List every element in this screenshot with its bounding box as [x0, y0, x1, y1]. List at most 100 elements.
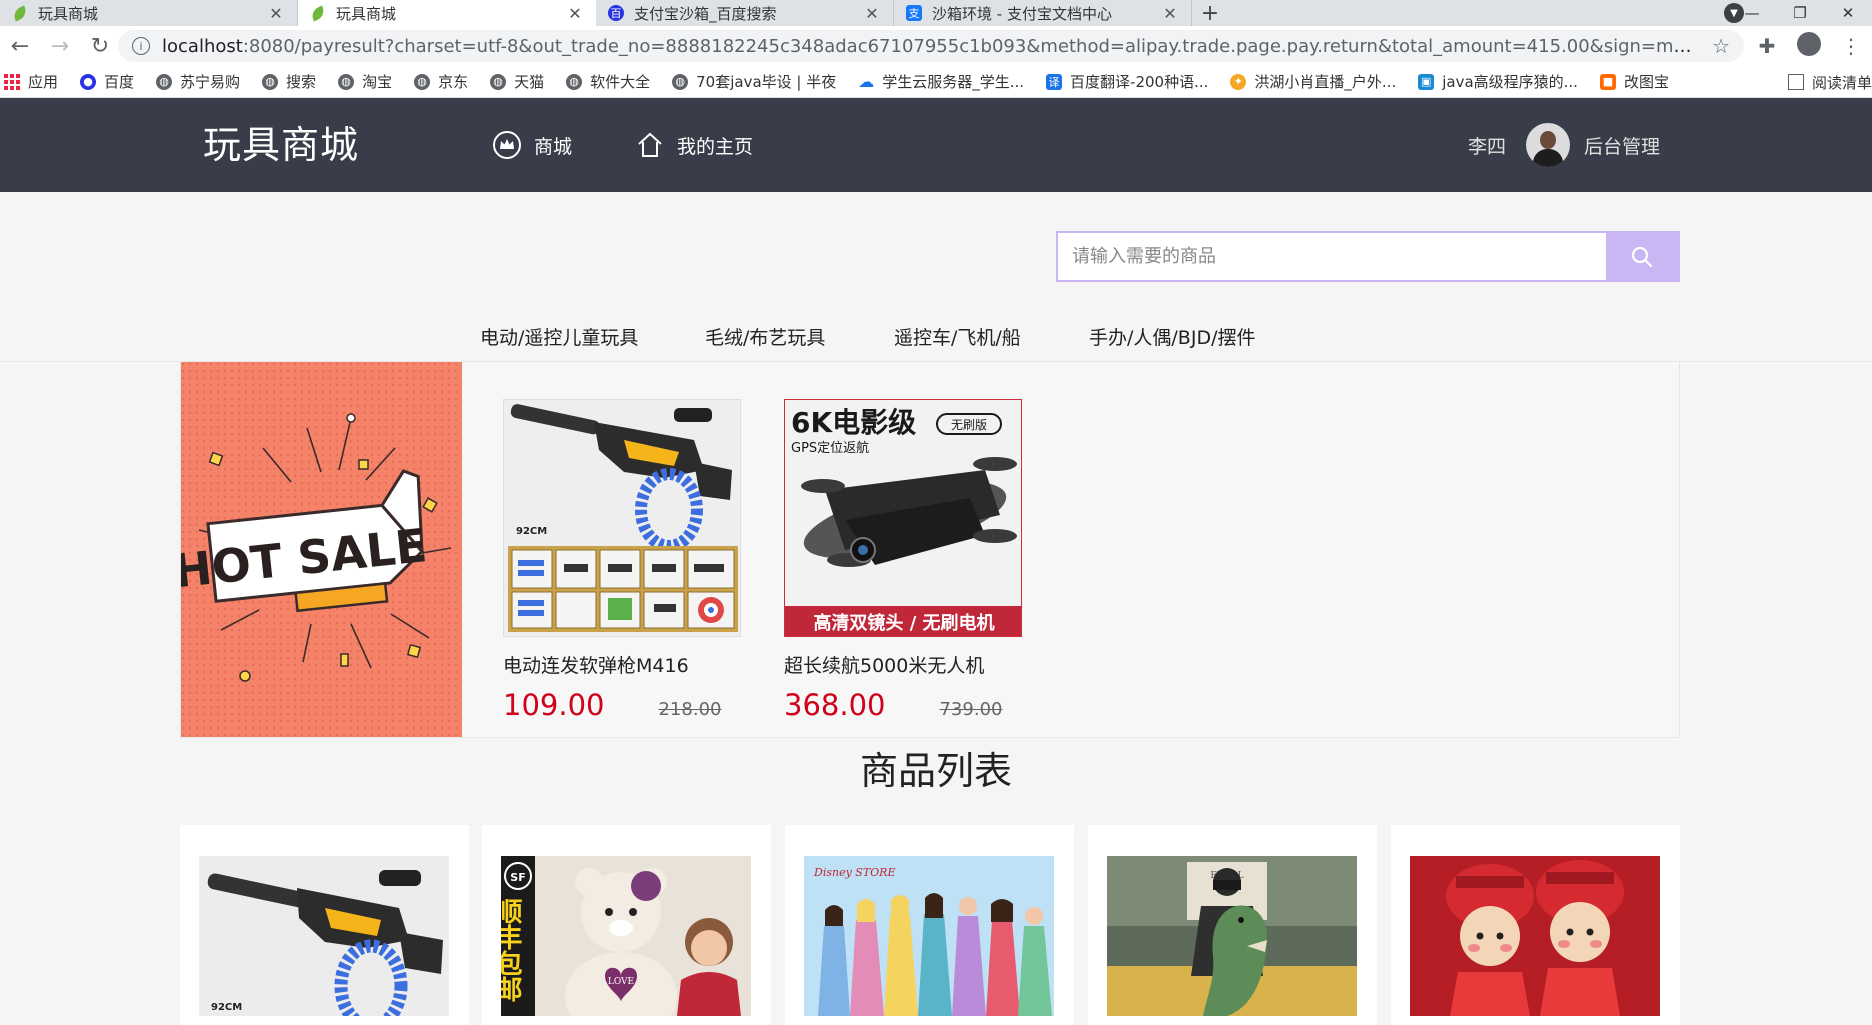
address-bar[interactable]: i localhost:8080/payresult?charset=utf-8…: [118, 30, 1744, 62]
category-rc-vehicles[interactable]: 遥控车/飞机/船: [894, 320, 1021, 362]
menu-icon[interactable]: ⋮: [1830, 34, 1872, 58]
product-card[interactable]: 92CM: [180, 825, 469, 1025]
category-figures[interactable]: 手办/人偶/BJD/摆件: [1089, 320, 1255, 362]
back-icon[interactable]: ←: [0, 26, 40, 66]
leaf-icon: [309, 5, 327, 21]
baidu-icon: 百: [608, 5, 624, 21]
product-card[interactable]: EXHAL: [1088, 825, 1377, 1025]
hot-sale-section: HOT SALE 92CM 电动连发软弹枪M416 109.00 218.00 …: [180, 362, 1680, 738]
product-old-price: 218.00: [658, 699, 722, 720]
product-image[interactable]: 92CM: [199, 856, 449, 1016]
search-box: [1056, 231, 1680, 282]
category-plush-toys[interactable]: 毛绒/布艺玩具: [705, 320, 825, 362]
product-image[interactable]: 6K电影级 无刷版 GPS定位返航 高清双镜头 / 无刷电机: [784, 399, 1022, 637]
hot-item[interactable]: 6K电影级 无刷版 GPS定位返航 高清双镜头 / 无刷电机 超长续航5000米…: [784, 399, 1022, 722]
admin-link[interactable]: 后台管理: [1584, 132, 1660, 159]
bookmark-translate[interactable]: 译 百度翻译-200种语...: [1046, 71, 1208, 92]
hot-item[interactable]: 92CM 电动连发软弹枪M416 109.00 218.00: [503, 399, 741, 722]
globe-icon: ◍: [672, 73, 689, 90]
product-card[interactable]: SF 顺丰包邮 LOVE: [482, 825, 771, 1025]
nav-shop-label: 商城: [534, 135, 573, 158]
image-heart-text: LOVE: [608, 977, 634, 987]
extensions-icon[interactable]: ✚: [1746, 34, 1788, 58]
price-row: 368.00 739.00: [784, 688, 1022, 722]
bookmark-search[interactable]: ◍ 搜索: [262, 71, 316, 92]
product-price: 368.00: [784, 688, 886, 722]
apps-grid-icon: [4, 73, 20, 90]
product-image[interactable]: Disney STORE: [804, 856, 1054, 1016]
close-icon[interactable]: ✕: [1161, 4, 1179, 23]
forward-icon[interactable]: →: [40, 26, 80, 66]
image-label: 92CM: [211, 1002, 242, 1013]
search-icon: [1631, 246, 1653, 267]
nav-shop[interactable]: 商城: [492, 98, 572, 192]
restore-icon[interactable]: ❐: [1776, 4, 1824, 22]
product-image[interactable]: [1410, 856, 1660, 1016]
tab-title: 沙箱环境 - 支付宝文档中心: [932, 4, 1112, 23]
user-area: 李四 后台管理: [1468, 98, 1660, 192]
close-icon[interactable]: ✕: [267, 4, 285, 23]
product-image[interactable]: 92CM: [503, 399, 741, 637]
category-electric-toys[interactable]: 电动/遥控儿童玩具: [480, 320, 638, 362]
home-icon: [635, 130, 665, 160]
product-image[interactable]: EXHAL: [1107, 856, 1357, 1016]
avatar[interactable]: [1525, 123, 1570, 167]
search-button[interactable]: [1606, 233, 1678, 280]
reading-list[interactable]: 阅读清单: [1777, 66, 1872, 97]
search-input[interactable]: [1058, 233, 1606, 280]
bookmark-baidu[interactable]: ● 百度: [80, 71, 134, 92]
leaf-icon: [11, 5, 29, 21]
bookmark-tmall[interactable]: ◍ 天猫: [490, 71, 544, 92]
cloud-icon: ☁: [858, 72, 875, 91]
bookmark-cloud[interactable]: ☁ 学生云服务器_学生...: [858, 71, 1024, 92]
browser-toolbar: ← → ↻ i localhost:8080/payresult?charset…: [0, 26, 1872, 66]
globe-icon: ◍: [414, 73, 431, 90]
bookmark-java[interactable]: ◍ 70套java毕设 | 半夜: [672, 71, 836, 92]
hot-sale-banner[interactable]: HOT SALE: [181, 362, 462, 737]
bookmark-apps[interactable]: 应用: [4, 71, 58, 92]
browser-tab-4[interactable]: 支 沙箱环境 - 支付宝文档中心 ✕: [894, 0, 1192, 26]
product-card[interactable]: Disney STORE: [785, 825, 1074, 1025]
product-name[interactable]: 超长续航5000米无人机: [784, 651, 1022, 678]
info-icon[interactable]: i: [132, 37, 150, 55]
globe-icon: ◍: [156, 73, 173, 90]
close-icon[interactable]: ✕: [863, 4, 881, 23]
bookmark-gaitubao[interactable]: ■ 改图宝: [1599, 71, 1669, 92]
browser-tab-1[interactable]: 玩具商城 ✕: [0, 0, 298, 26]
user-name[interactable]: 李四: [1468, 132, 1506, 159]
bookmark-suning[interactable]: ◍ 苏宁易购: [156, 71, 240, 92]
globe-icon: ◍: [490, 73, 507, 90]
close-window-icon[interactable]: ✕: [1824, 4, 1872, 22]
image-icon: ■: [1599, 73, 1616, 90]
product-name[interactable]: 电动连发软弹枪M416: [503, 651, 741, 678]
product-image[interactable]: SF 顺丰包邮 LOVE: [501, 856, 751, 1016]
nav-home[interactable]: 我的主页: [635, 98, 753, 192]
reload-icon[interactable]: ↻: [80, 26, 120, 66]
image-subline: GPS定位返航: [791, 440, 869, 456]
new-tab-button[interactable]: +: [1192, 0, 1228, 26]
image-badge: 顺丰包邮: [501, 898, 522, 1002]
bookmark-taobao[interactable]: ◍ 淘宝: [338, 71, 392, 92]
category-nav: 电动/遥控儿童玩具 毛绒/布艺玩具 遥控车/飞机/船 手办/人偶/BJD/摆件: [0, 320, 1872, 362]
flame-icon: ✦: [1230, 73, 1247, 90]
bookmark-live[interactable]: ✦ 洪湖小肖直播_户外...: [1230, 71, 1396, 92]
crown-icon: [492, 130, 522, 160]
close-icon[interactable]: ✕: [566, 4, 584, 23]
bookmark-bilibili[interactable]: ▣ java高级程序猿的...: [1418, 71, 1578, 92]
tv-icon: ▣: [1418, 73, 1435, 90]
product-card[interactable]: [1391, 825, 1680, 1025]
image-footer: 高清双镜头 / 无刷电机: [813, 612, 994, 634]
globe-icon: ◍: [262, 73, 279, 90]
profile-icon[interactable]: [1788, 31, 1830, 61]
globe-icon: ◍: [566, 73, 583, 90]
minimize-icon[interactable]: —: [1728, 4, 1776, 22]
price-row: 109.00 218.00: [503, 688, 741, 722]
url-text[interactable]: localhost:8080/payresult?charset=utf-8&o…: [162, 36, 1702, 57]
browser-tab-3[interactable]: 百 支付宝沙箱_百度搜索 ✕: [596, 0, 894, 26]
site-logo[interactable]: 玩具商城: [203, 98, 359, 192]
star-icon[interactable]: ☆: [1712, 34, 1730, 58]
bookmark-jd[interactable]: ◍ 京东: [414, 71, 468, 92]
bookmark-software[interactable]: ◍ 软件大全: [566, 71, 650, 92]
browser-tab-2[interactable]: 玩具商城 ✕: [298, 0, 596, 26]
alipay-icon: 支: [906, 5, 922, 21]
